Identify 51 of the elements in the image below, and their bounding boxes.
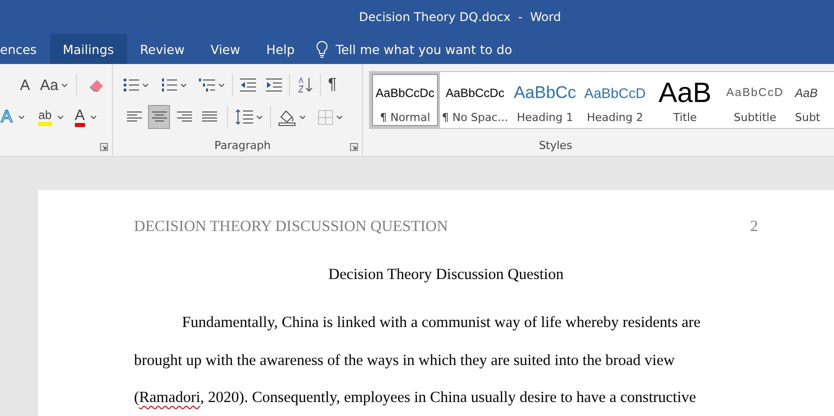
- ribbon-tab[interactable]: Mailings: [50, 34, 127, 64]
- caret-icon[interactable]: [61, 82, 68, 88]
- caret-icon[interactable]: [180, 82, 187, 88]
- dialog-launcher-icon[interactable]: [350, 143, 358, 151]
- style-option[interactable]: AaB Subt: [790, 72, 824, 128]
- decrease-indent-icon[interactable]: [240, 78, 256, 92]
- caret-icon[interactable]: [256, 114, 263, 120]
- tell-me-field[interactable]: Tell me what you want to do: [336, 42, 512, 56]
- ribbon-tab[interactable]: View: [198, 34, 254, 64]
- caret-icon[interactable]: [218, 82, 225, 88]
- ribbon-tab[interactable]: Help: [253, 34, 308, 64]
- align-center-icon: [152, 111, 166, 123]
- style-option[interactable]: AaBbCcD Subtitle: [720, 72, 790, 128]
- sort-icon[interactable]: [297, 77, 313, 93]
- bullet-list-icon[interactable]: [123, 78, 139, 92]
- align-right-icon: [176, 111, 192, 123]
- running-header: DECISION THEORY DISCUSSION QUESTION: [134, 218, 448, 236]
- caret-icon[interactable]: [299, 114, 306, 120]
- caret-icon[interactable]: [18, 114, 26, 120]
- body-paragraph: Fundamentally, China is linked with a communist way of life whereby residents are brought up with the awareness of the ways in which they are suited into the broad view (Ramadori, 2020). Consequently, employees in China usually desire to have a constructive: [134, 313, 702, 408]
- lightbulb-icon[interactable]: [316, 40, 328, 58]
- caret-icon[interactable]: [336, 114, 343, 120]
- group-label: Paragraph: [214, 138, 271, 154]
- increase-indent-icon[interactable]: [266, 78, 282, 92]
- window-title: Decision Theory DQ.docx - Word: [358, 10, 561, 24]
- dialog-launcher-icon[interactable]: [100, 143, 108, 151]
- justify-icon: [202, 111, 216, 123]
- document-title: Decision Theory Discussion Question: [328, 266, 564, 283]
- style-option[interactable]: AaBbCcDc ¶ Normal: [370, 72, 440, 128]
- align-left-icon: [126, 111, 142, 123]
- caret-icon[interactable]: [56, 114, 64, 120]
- group-label: Styles: [538, 138, 572, 154]
- style-option[interactable]: AaBbCc Heading 1: [510, 72, 580, 128]
- line-spacing-icon[interactable]: [235, 109, 253, 125]
- ribbon-tab[interactable]: ences: [0, 34, 50, 64]
- shrink-font-button[interactable]: A: [14, 73, 36, 97]
- style-option[interactable]: AaBbCcDc ¶ No Spac...: [440, 72, 510, 128]
- caret-icon[interactable]: [90, 114, 97, 120]
- style-option[interactable]: AaB Title: [650, 72, 720, 128]
- multilevel-list-icon[interactable]: [199, 78, 215, 92]
- highlight-button[interactable]: ab: [37, 105, 65, 129]
- alignment-button[interactable]: [148, 105, 170, 129]
- page-number: 2: [750, 218, 758, 236]
- change-case-button[interactable]: Aa: [39, 73, 70, 97]
- font-color-button[interactable]: A: [74, 105, 98, 129]
- caret-icon[interactable]: [142, 82, 149, 88]
- style-option[interactable]: AaBbCcD Heading 2: [580, 72, 650, 128]
- numbered-list-icon[interactable]: [161, 78, 177, 92]
- shading-icon[interactable]: [278, 108, 296, 126]
- ribbon-tab[interactable]: Review: [126, 34, 198, 64]
- show-formatting-button[interactable]: ¶: [328, 76, 337, 94]
